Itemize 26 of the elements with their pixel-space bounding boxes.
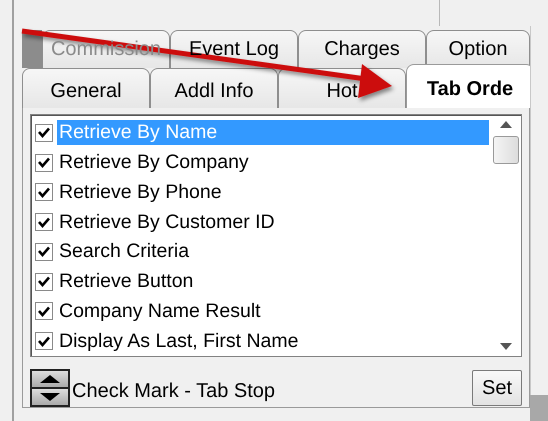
tab[interactable]: Addl Info (150, 68, 278, 108)
scroll-up-icon[interactable] (500, 121, 512, 128)
checkbox[interactable] (35, 124, 53, 142)
checkbox[interactable] (35, 183, 53, 202)
list-item[interactable]: Retrieve By Customer ID (57, 210, 489, 235)
list-item[interactable]: Search Criteria (57, 239, 489, 264)
spin-button[interactable] (30, 369, 70, 407)
list-item[interactable]: Company Name Result (57, 298, 489, 324)
list-item[interactable]: Display As Last, First Name (57, 328, 489, 354)
set-button[interactable]: Set (472, 370, 522, 406)
scroll-down-icon[interactable] (500, 343, 512, 350)
legend-text: Check Mark - Tab Stop (72, 380, 276, 402)
list-item[interactable]: Retrieve By Phone (57, 180, 489, 205)
up-arrow-icon (40, 375, 60, 383)
checkbox[interactable] (35, 154, 53, 172)
checkbox[interactable] (35, 242, 53, 261)
scroll-thumb[interactable] (493, 136, 519, 164)
down-arrow-icon (40, 393, 60, 401)
tab[interactable]: General (22, 68, 150, 108)
checkbox[interactable] (35, 272, 53, 291)
tab[interactable]: Charges (298, 30, 426, 68)
checkbox[interactable] (35, 302, 53, 320)
checkbox[interactable] (35, 332, 53, 350)
list-item[interactable]: Retrieve By Company (57, 150, 489, 176)
checkbox[interactable] (35, 213, 53, 232)
list-item[interactable]: Retrieve Button (57, 269, 489, 294)
